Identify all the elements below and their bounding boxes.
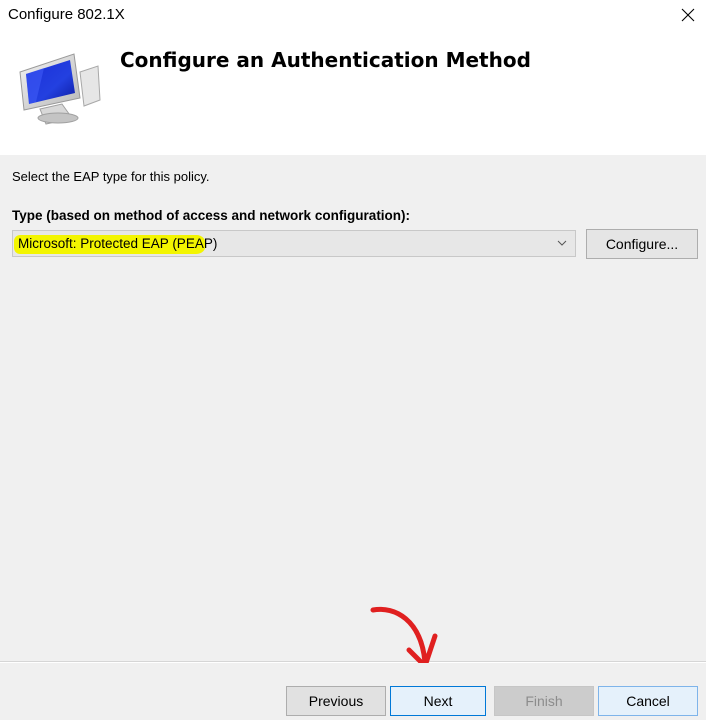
wizard-footer: Previous Next Finish Cancel [0, 663, 706, 720]
eap-type-selected-value: Microsoft: Protected EAP (PEAP) [18, 236, 218, 251]
instruction-text: Select the EAP type for this policy. [12, 169, 210, 184]
configure-button[interactable]: Configure... [586, 229, 698, 259]
content-area: Select the EAP type for this policy. Typ… [0, 155, 706, 661]
eap-type-select[interactable]: Microsoft: Protected EAP (PEAP) [12, 230, 576, 257]
previous-button[interactable]: Previous [286, 686, 386, 716]
wizard-header: Configure an Authentication Method [0, 30, 706, 155]
eap-type-label: Type (based on method of access and netw… [12, 208, 411, 223]
next-button[interactable]: Next [390, 686, 486, 716]
window-title: Configure 802.1X [8, 6, 125, 23]
close-icon [681, 8, 695, 22]
page-title: Configure an Authentication Method [120, 48, 531, 72]
close-button[interactable] [670, 0, 706, 30]
chevron-down-icon [557, 240, 567, 246]
cancel-button[interactable]: Cancel [598, 686, 698, 716]
computer-monitor-icon [19, 53, 101, 125]
finish-button: Finish [494, 686, 594, 716]
title-bar: Configure 802.1X [0, 0, 706, 30]
